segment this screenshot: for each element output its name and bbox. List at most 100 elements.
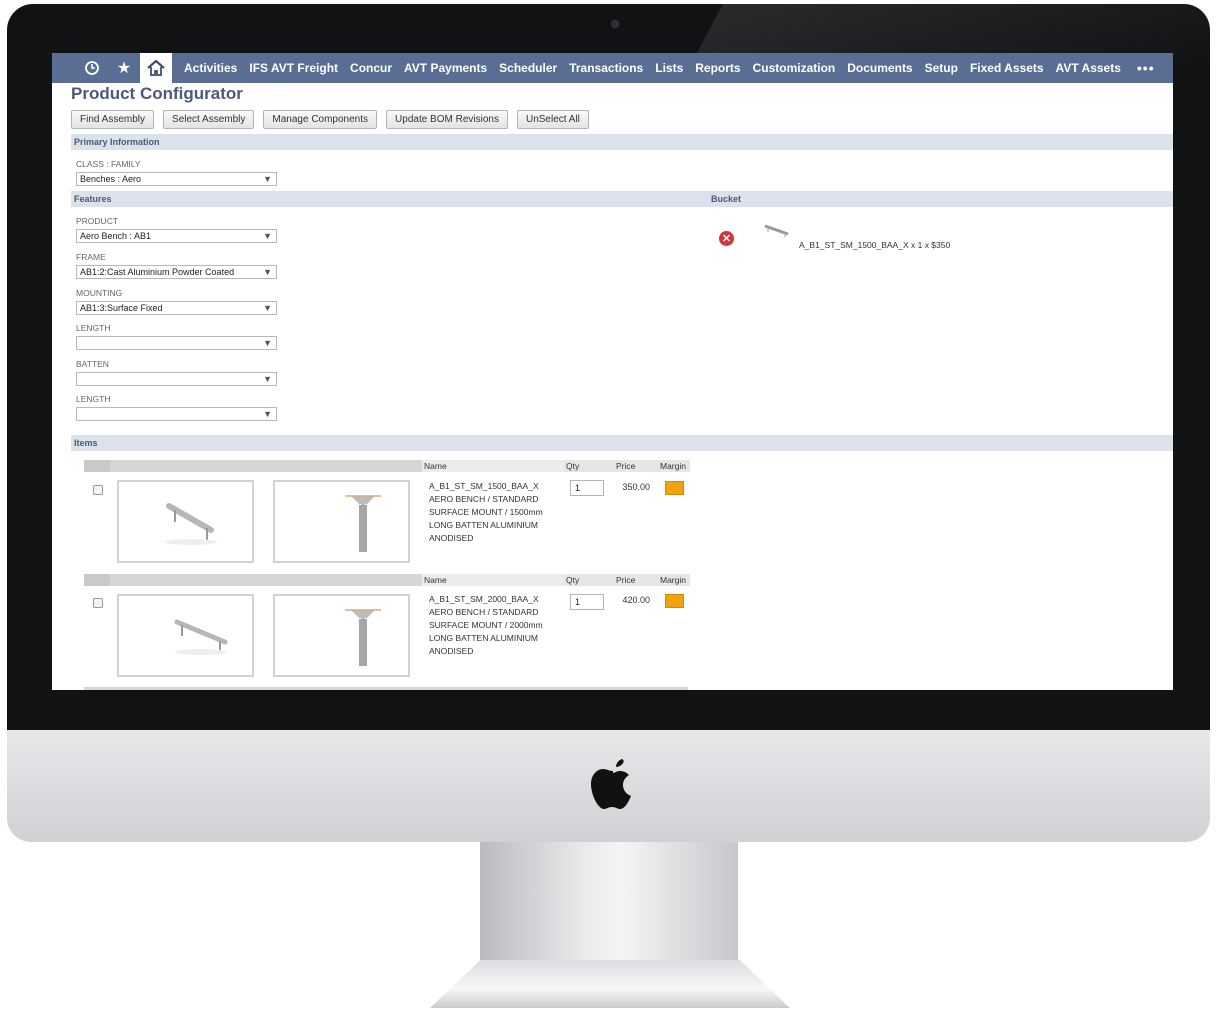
nav-item-customization[interactable]: Customization (747, 61, 842, 75)
remove-icon[interactable]: ✕ (719, 231, 734, 246)
star-icon[interactable]: ★ (108, 53, 140, 83)
qty-column-header: Qty (564, 460, 614, 472)
monitor-chin (7, 730, 1210, 842)
item-image-perspective[interactable] (117, 594, 254, 677)
class-family-label: CLASS : FAMILY (76, 159, 141, 169)
margin-column-header: Margin (658, 460, 690, 472)
nav-item-reports[interactable]: Reports (689, 61, 746, 75)
item-name-line: LONG BATTEN ALUMINIUM (429, 520, 538, 530)
batten-select[interactable]: ▼ (76, 372, 277, 386)
product-select[interactable]: Aero Bench : AB1 ▼ (76, 229, 277, 243)
qty-input[interactable]: 1 (570, 480, 604, 496)
margin-column-header: Margin (658, 574, 690, 586)
item-name-line: A_B1_ST_SM_2000_BAA_X (429, 594, 539, 604)
action-buttons: Find Assembly Select Assembly Manage Com… (71, 110, 589, 129)
section-title: Items (74, 438, 98, 448)
item-name-line: AERO BENCH / STANDARD (429, 494, 539, 504)
chevron-down-icon: ▼ (263, 303, 272, 313)
price-column-header: Price (614, 460, 658, 472)
top-nav-bar: ★ Activities IFS AVT Freight Concur AVT … (52, 53, 1173, 83)
section-primary-information: Primary Information (71, 134, 1173, 150)
monitor-stand-foot (430, 960, 790, 1008)
items-table-header: Name Qty Price Margin (84, 574, 690, 586)
find-assembly-button[interactable]: Find Assembly (71, 110, 155, 129)
section-features: Features Bucket (71, 191, 1173, 207)
nav-item-documents[interactable]: Documents (841, 61, 918, 75)
nav-item-ifs-avt-freight[interactable]: IFS AVT Freight (243, 61, 344, 75)
chevron-down-icon: ▼ (263, 374, 272, 384)
qty-input[interactable]: 1 (570, 594, 604, 610)
page-title: Product Configurator (71, 84, 243, 103)
chevron-down-icon: ▼ (263, 409, 272, 419)
items-table-header: Name Qty Price Margin (84, 460, 690, 472)
margin-indicator (665, 594, 684, 608)
item-select-checkbox[interactable] (93, 598, 103, 608)
frame-select[interactable]: AB1:2:Cast Aluminium Powder Coated ▼ (76, 265, 277, 279)
item-select-checkbox[interactable] (93, 485, 103, 495)
item-price: 420.00 (622, 595, 650, 605)
item-name-line: SURFACE MOUNT / 1500mm (429, 507, 543, 517)
product-label: PRODUCT (76, 216, 119, 226)
screen: ★ Activities IFS AVT Freight Concur AVT … (52, 53, 1173, 690)
nav-item-transactions[interactable]: Transactions (563, 61, 649, 75)
margin-indicator (665, 481, 684, 495)
item-name-line: ANODISED (429, 533, 474, 543)
nav-item-lists[interactable]: Lists (649, 61, 689, 75)
manage-components-button[interactable]: Manage Components (263, 110, 378, 129)
section-items: Items (71, 435, 1173, 451)
chevron-down-icon: ▼ (263, 174, 272, 184)
batten-label: BATTEN (76, 359, 109, 369)
name-column-header: Name (422, 574, 564, 586)
section-title: Primary Information (74, 137, 160, 147)
item-name-line: SURFACE MOUNT / 2000mm (429, 620, 543, 630)
nav-item-concur[interactable]: Concur (344, 61, 398, 75)
update-bom-revisions-button[interactable]: Update BOM Revisions (386, 110, 508, 129)
section-title: Features (74, 194, 112, 204)
checkbox-column-header (84, 574, 110, 586)
nav-item-avt-payments[interactable]: AVT Payments (398, 61, 493, 75)
unselect-all-button[interactable]: UnSelect All (516, 110, 589, 129)
camera-icon (611, 20, 619, 28)
item-image-profile[interactable] (273, 594, 410, 677)
item-name-line: AERO BENCH / STANDARD (429, 607, 539, 617)
item-image-perspective[interactable] (117, 480, 254, 563)
select-value: AB1:2:Cast Aluminium Powder Coated (80, 267, 235, 277)
select-assembly-button[interactable]: Select Assembly (163, 110, 255, 129)
nav-item-avt-assets[interactable]: AVT Assets (1050, 61, 1127, 75)
apple-logo-icon (591, 759, 631, 809)
select-value: AB1:3:Surface Fixed (80, 303, 163, 313)
price-column-header: Price (614, 574, 658, 586)
item-name-line: A_B1_ST_SM_1500_BAA_X (429, 481, 539, 491)
more-menu-icon[interactable]: ••• (1127, 60, 1165, 76)
length-label: LENGTH (76, 323, 111, 333)
nav-item-scheduler[interactable]: Scheduler (493, 61, 563, 75)
select-value: Benches : Aero (80, 174, 142, 184)
item-image-profile[interactable] (273, 480, 410, 563)
item-name: A_B1_ST_SM_1500_BAA_X AERO BENCH / STAND… (429, 480, 564, 545)
length-select[interactable]: ▼ (76, 336, 277, 350)
length-2-label: LENGTH (76, 394, 111, 404)
checkbox-column-header (84, 460, 110, 472)
class-family-select[interactable]: Benches : Aero ▼ (76, 172, 277, 186)
frame-label: FRAME (76, 252, 106, 262)
select-value: Aero Bench : AB1 (80, 231, 152, 241)
nav-item-setup[interactable]: Setup (919, 61, 964, 75)
recent-icon[interactable] (76, 53, 108, 83)
bench-thumbnail-icon (764, 224, 789, 237)
section-bucket-title: Bucket (711, 194, 742, 204)
length-2-select[interactable]: ▼ (76, 407, 277, 421)
item-price: 350.00 (622, 482, 650, 492)
mounting-label: MOUNTING (76, 288, 123, 298)
chevron-down-icon: ▼ (263, 231, 272, 241)
name-column-header: Name (422, 460, 564, 472)
nav-item-activities[interactable]: Activities (178, 61, 243, 75)
mounting-select[interactable]: AB1:3:Surface Fixed ▼ (76, 301, 277, 315)
nav-item-fixed-assets[interactable]: Fixed Assets (964, 61, 1050, 75)
items-table-header (84, 687, 688, 690)
bucket-item: A_B1_ST_SM_1500_BAA_X x 1 x $350 (799, 240, 951, 250)
item-name-line: LONG BATTEN ALUMINIUM (429, 633, 538, 643)
item-name-line: ANODISED (429, 646, 474, 656)
item-name: A_B1_ST_SM_2000_BAA_X AERO BENCH / STAND… (429, 593, 564, 658)
home-icon[interactable] (140, 53, 172, 83)
qty-column-header: Qty (564, 574, 614, 586)
